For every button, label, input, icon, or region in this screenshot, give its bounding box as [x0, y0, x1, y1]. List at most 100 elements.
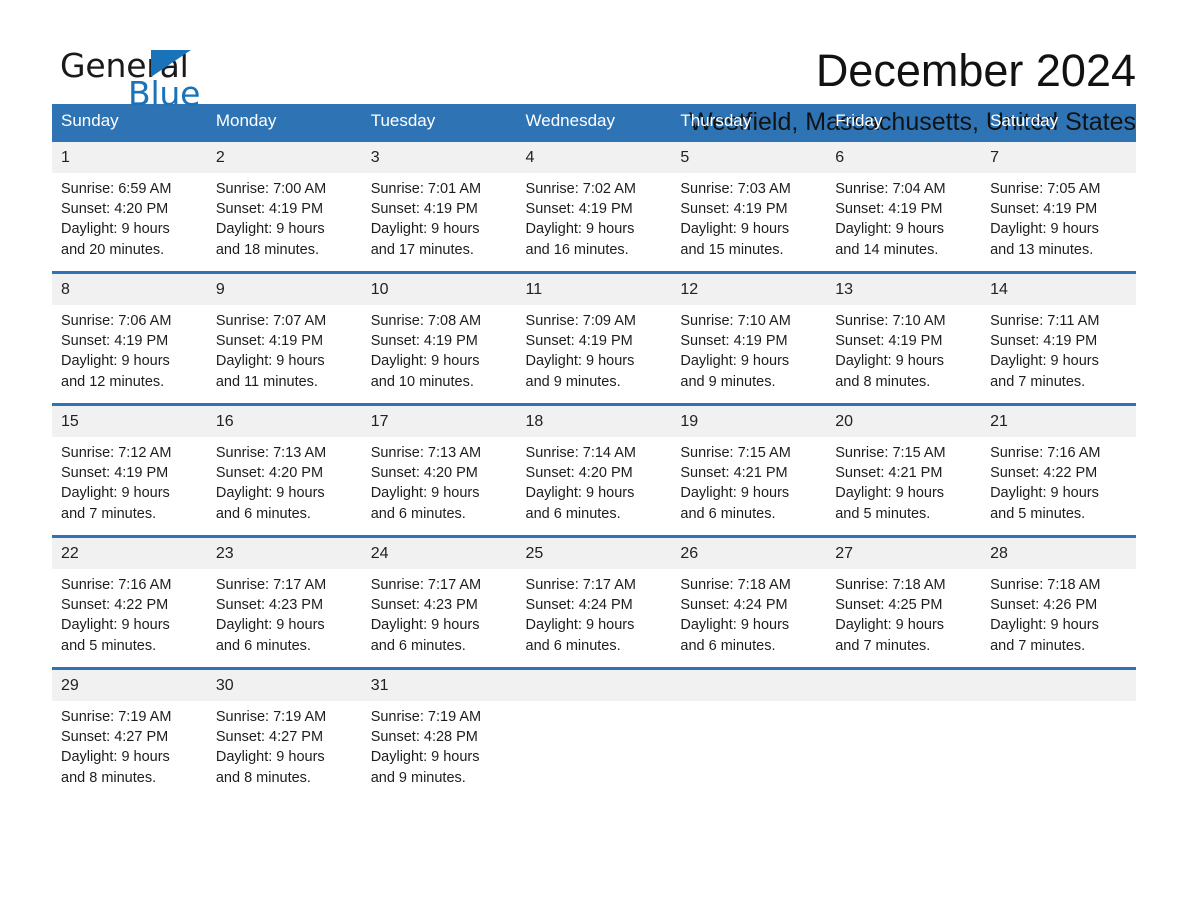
calendar-day-cell[interactable]: 20 Sunrise: 7:15 AM Sunset: 4:21 PM Dayligh… [826, 403, 982, 537]
sunset-text: Sunset: 4:22 PM [990, 465, 1098, 482]
calendar-day-cell[interactable]: 4 Sunrise: 7:02 AM Sunset: 4:19 PM Daylight… [516, 139, 672, 273]
daylight-text-line1: Daylight: 9 hours [990, 221, 1099, 238]
day-details: Sunrise: 7:14 AM Sunset: 4:20 PM Daylight:… [517, 437, 672, 524]
calendar-day-cell[interactable]: 12 Sunrise: 7:10 AM Sunset: 4:19 PM Dayligh… [671, 271, 827, 405]
calendar-day-cell[interactable]: 3 Sunrise: 7:01 AM Sunset: 4:19 PM Daylight… [361, 139, 517, 273]
sunset-text: Sunset: 4:19 PM [215, 201, 324, 218]
daylight-text-line2: and 6 minutes. [215, 637, 311, 654]
day-details: Sunrise: 7:15 AM Sunset: 4:21 PM Daylight:… [826, 437, 981, 524]
calendar-day-cell[interactable]: 2 Sunrise: 7:00 AM Sunset: 4:19 PM Daylight… [206, 139, 362, 273]
calendar-day-cell[interactable]: 26 Sunrise: 7:18 AM Sunset: 4:24 PM Dayligh… [671, 535, 827, 669]
day-number: 25 [516, 538, 672, 569]
day-number: 27 [826, 538, 982, 569]
daylight-text-line1: Daylight: 9 hours [61, 749, 170, 766]
daylight-text-line2: and 7 minutes. [990, 637, 1086, 654]
calendar-day-cell-empty [671, 667, 827, 801]
daylight-text-line2: and 13 minutes. [990, 241, 1094, 258]
sunset-text: Sunset: 4:24 PM [680, 597, 788, 614]
daylight-text-line1: Daylight: 9 hours [61, 221, 170, 238]
day-details: Sunrise: 7:07 AM Sunset: 4:19 PM Daylight:… [207, 305, 362, 392]
daylight-text-line1: Daylight: 9 hours [680, 221, 790, 238]
day-details: Sunrise: 7:05 AM Sunset: 4:19 PM Daylight:… [981, 173, 1136, 260]
daylight-text-line2: and 6 minutes. [370, 505, 466, 522]
calendar-day-cell[interactable]: 8 Sunrise: 7:06 AM Sunset: 4:19 PM Daylight… [52, 271, 207, 405]
calendar-day-cell[interactable]: 24 Sunrise: 7:17 AM Sunset: 4:23 PM Dayligh… [361, 535, 517, 669]
sunset-text: Sunset: 4:20 PM [215, 465, 324, 482]
calendar-day-cell[interactable]: 9 Sunrise: 7:07 AM Sunset: 4:19 PM Daylight… [206, 271, 362, 405]
daylight-text-line1: Daylight: 9 hours [680, 617, 790, 634]
calendar-day-cell[interactable]: 13 Sunrise: 7:10 AM Sunset: 4:19 PM Dayligh… [826, 271, 982, 405]
calendar-day-cell[interactable]: 25 Sunrise: 7:17 AM Sunset: 4:24 PM Dayligh… [516, 535, 672, 669]
sunrise-text: Sunrise: 7:02 AM [525, 181, 636, 197]
daylight-text-line1: Daylight: 9 hours [215, 221, 325, 238]
day-number: 29 [52, 670, 207, 701]
sunset-text: Sunset: 4:21 PM [835, 465, 943, 482]
day-details: Sunrise: 7:01 AM Sunset: 4:19 PM Daylight:… [362, 173, 517, 260]
daylight-text-line2: and 15 minutes. [680, 241, 784, 258]
daylight-text-line2: and 12 minutes. [61, 373, 165, 390]
day-details: Sunrise: 7:16 AM Sunset: 4:22 PM Daylight:… [52, 569, 207, 656]
calendar-day-cell[interactable]: 1 Sunrise: 6:59 AM Sunset: 4:20 PM Daylight… [52, 139, 207, 273]
sunset-text: Sunset: 4:20 PM [370, 465, 478, 482]
sunset-text: Sunset: 4:28 PM [370, 729, 478, 746]
sunrise-text: Sunrise: 7:01 AM [370, 181, 482, 197]
daylight-text-line2: and 6 minutes. [680, 505, 776, 522]
daylight-text-line1: Daylight: 9 hours [525, 485, 635, 502]
calendar-day-cell[interactable]: 15 Sunrise: 7:12 AM Sunset: 4:19 PM Dayligh… [52, 403, 207, 537]
calendar-week-row: 8 Sunrise: 7:06 AM Sunset: 4:19 PM Daylight… [52, 271, 1136, 405]
calendar-day-cell[interactable]: 10 Sunrise: 7:08 AM Sunset: 4:19 PM Dayligh… [361, 271, 517, 405]
sunrise-text: Sunrise: 7:19 AM [370, 709, 482, 725]
calendar-day-cell[interactable]: 30 Sunrise: 7:19 AM Sunset: 4:27 PM Dayligh… [206, 667, 362, 801]
calendar-day-cell[interactable]: 23 Sunrise: 7:17 AM Sunset: 4:23 PM Dayligh… [206, 535, 362, 669]
sunrise-text: Sunrise: 7:16 AM [61, 577, 172, 593]
calendar-day-cell[interactable]: 6 Sunrise: 7:04 AM Sunset: 4:19 PM Daylight… [826, 139, 982, 273]
sunrise-text: Sunrise: 7:19 AM [61, 709, 172, 725]
calendar-day-cell[interactable]: 19 Sunrise: 7:15 AM Sunset: 4:21 PM Dayligh… [671, 403, 827, 537]
calendar-day-cell[interactable]: 18 Sunrise: 7:14 AM Sunset: 4:20 PM Dayligh… [516, 403, 672, 537]
calendar-day-cell[interactable]: 7 Sunrise: 7:05 AM Sunset: 4:19 PM Daylight… [981, 139, 1136, 273]
calendar-day-cell[interactable]: 22 Sunrise: 7:16 AM Sunset: 4:22 PM Dayligh… [52, 535, 207, 669]
calendar-day-cell[interactable]: 31 Sunrise: 7:19 AM Sunset: 4:28 PM Dayligh… [361, 667, 517, 801]
daylight-text-line1: Daylight: 9 hours [835, 485, 945, 502]
day-details: Sunrise: 7:10 AM Sunset: 4:19 PM Daylight:… [671, 305, 826, 392]
calendar-day-cell[interactable]: 21 Sunrise: 7:16 AM Sunset: 4:22 PM Dayligh… [981, 403, 1136, 537]
sunrise-text: Sunrise: 7:00 AM [215, 181, 327, 197]
day-details: Sunrise: 7:08 AM Sunset: 4:19 PM Daylight:… [362, 305, 517, 392]
day-number: 6 [826, 142, 982, 173]
day-number: 7 [981, 142, 1136, 173]
day-number: 5 [671, 142, 827, 173]
day-details: Sunrise: 7:17 AM Sunset: 4:23 PM Daylight:… [362, 569, 517, 656]
sunset-text: Sunset: 4:19 PM [680, 201, 788, 218]
calendar-day-cell[interactable]: 14 Sunrise: 7:11 AM Sunset: 4:19 PM Dayligh… [981, 271, 1136, 405]
daylight-text-line2: and 8 minutes. [215, 769, 311, 786]
day-details: Sunrise: 7:02 AM Sunset: 4:19 PM Daylight:… [517, 173, 672, 260]
day-details: Sunrise: 7:18 AM Sunset: 4:24 PM Daylight:… [671, 569, 826, 656]
calendar-day-cell[interactable]: 28 Sunrise: 7:18 AM Sunset: 4:26 PM Dayligh… [981, 535, 1136, 669]
daylight-text-line2: and 6 minutes. [525, 637, 621, 654]
sunset-text: Sunset: 4:19 PM [525, 201, 633, 218]
calendar-day-cell[interactable]: 11 Sunrise: 7:09 AM Sunset: 4:19 PM Dayligh… [516, 271, 672, 405]
daylight-text-line2: and 6 minutes. [525, 505, 621, 522]
day-number: 17 [361, 406, 517, 437]
daylight-text-line1: Daylight: 9 hours [990, 353, 1099, 370]
day-number: 4 [516, 142, 672, 173]
sunset-text: Sunset: 4:26 PM [990, 597, 1098, 614]
sunset-text: Sunset: 4:19 PM [680, 333, 788, 350]
daylight-text-line2: and 9 minutes. [680, 373, 776, 390]
calendar-day-cell-empty [981, 667, 1136, 801]
calendar-body: 1 Sunrise: 6:59 AM Sunset: 4:20 PM Daylight… [52, 139, 1136, 801]
calendar-day-cell[interactable]: 17 Sunrise: 7:13 AM Sunset: 4:20 PM Dayligh… [361, 403, 517, 537]
sunrise-text: Sunrise: 7:17 AM [525, 577, 636, 593]
sunrise-text: Sunrise: 7:11 AM [990, 313, 1100, 329]
day-number: 24 [361, 538, 517, 569]
day-details: Sunrise: 7:06 AM Sunset: 4:19 PM Daylight:… [52, 305, 207, 392]
calendar-day-cell[interactable]: 16 Sunrise: 7:13 AM Sunset: 4:20 PM Dayligh… [206, 403, 362, 537]
sunrise-text: Sunrise: 7:10 AM [680, 313, 791, 329]
day-number: 3 [361, 142, 517, 173]
day-details: Sunrise: 7:19 AM Sunset: 4:27 PM Daylight:… [207, 701, 362, 788]
calendar-day-cell[interactable]: 29 Sunrise: 7:19 AM Sunset: 4:27 PM Dayligh… [52, 667, 207, 801]
calendar-day-cell[interactable]: 5 Sunrise: 7:03 AM Sunset: 4:19 PM Daylight… [671, 139, 827, 273]
calendar-day-cell[interactable]: 27 Sunrise: 7:18 AM Sunset: 4:25 PM Dayligh… [826, 535, 982, 669]
daylight-text-line1: Daylight: 9 hours [370, 485, 480, 502]
day-details: Sunrise: 7:19 AM Sunset: 4:27 PM Daylight:… [52, 701, 207, 788]
